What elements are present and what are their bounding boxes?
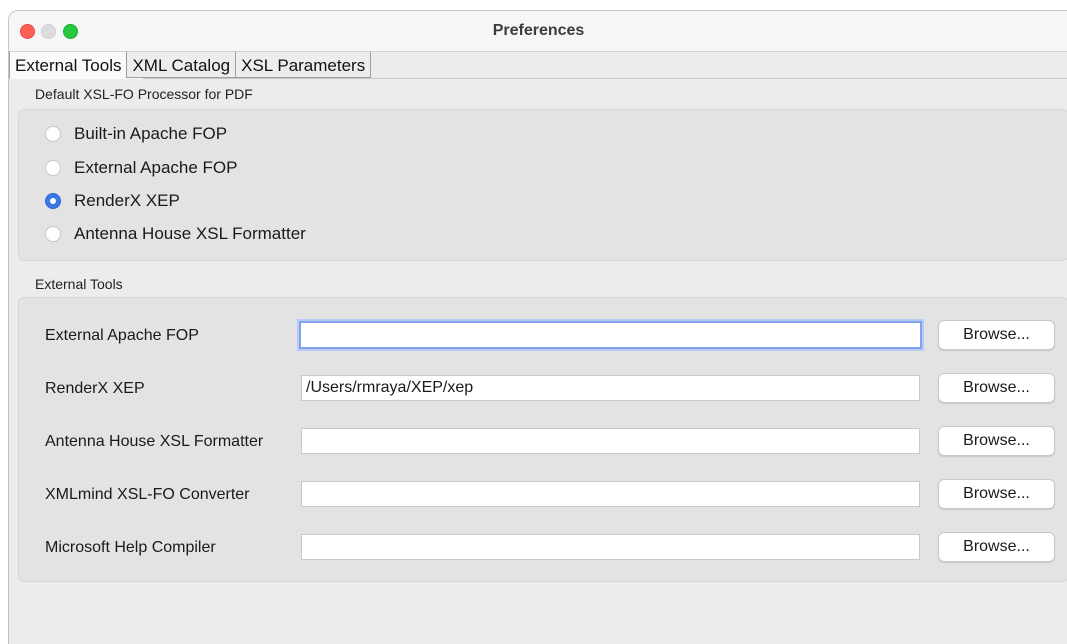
tool-label-antenna-house: Antenna House XSL Formatter [45,433,264,450]
window-title: Preferences [492,22,585,39]
tool-label-help-compiler: Microsoft Help Compiler [45,539,216,556]
external-tools-section-label: External Tools [35,276,123,292]
browse-button-renderx-xep[interactable]: Browse... [938,373,1055,403]
antenna-house-path-input[interactable] [301,428,920,454]
radio-button[interactable] [45,226,61,242]
tool-label-external-fop: External Apache FOP [45,327,199,344]
tab-xml-catalog[interactable]: XML Catalog [127,51,237,78]
external-fop-path-input[interactable] [299,321,922,349]
radio-label: Antenna House XSL Formatter [74,224,306,243]
selected-tab-gap [10,78,143,79]
processor-radio-group: Built-in Apache FOP External Apache FOP … [18,109,1067,261]
xmlmind-path-input[interactable] [301,481,920,507]
browse-button-help-compiler[interactable]: Browse... [938,532,1055,562]
browse-button-external-fop[interactable]: Browse... [938,320,1055,350]
radio-label: Built-in Apache FOP [74,124,228,143]
tab-external-tools[interactable]: External Tools [9,51,128,79]
radio-label: RenderX XEP [74,191,180,210]
radio-external-fop[interactable]: External Apache FOP [45,156,237,180]
browse-button-antenna-house[interactable]: Browse... [938,426,1055,456]
external-tools-group: External Apache FOP Browse... RenderX XE… [18,297,1067,582]
radio-label: External Apache FOP [74,158,238,177]
tool-label-renderx-xep: RenderX XEP [45,380,145,397]
tab-divider [9,78,1067,79]
radio-button[interactable] [45,126,61,142]
radio-button[interactable] [45,160,61,176]
tab-bar: External Tools XML Catalog XSL Parameter… [9,51,372,79]
radio-antenna-house[interactable]: Antenna House XSL Formatter [45,222,306,246]
tab-xsl-parameters[interactable]: XSL Parameters [236,51,372,78]
preferences-window: Preferences External Tools XML Catalog X… [8,10,1067,644]
tool-label-xmlmind: XMLmind XSL-FO Converter [45,486,250,503]
browse-button-xmlmind[interactable]: Browse... [938,479,1055,509]
renderx-xep-path-input[interactable] [301,375,920,401]
processor-section-label: Default XSL-FO Processor for PDF [35,86,253,102]
radio-renderx-xep[interactable]: RenderX XEP [45,189,180,213]
title-bar: Preferences [9,11,1067,52]
help-compiler-path-input[interactable] [301,534,920,560]
radio-button-selected[interactable] [45,193,61,209]
radio-builtin-fop[interactable]: Built-in Apache FOP [45,122,227,146]
